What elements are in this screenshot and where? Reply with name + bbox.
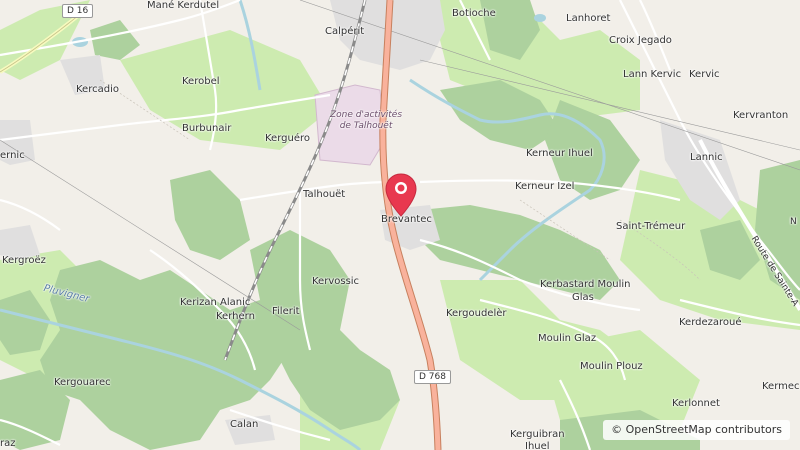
place-label: Botioche: [452, 8, 496, 19]
place-label: Kercadio: [76, 84, 119, 95]
location-marker[interactable]: [383, 172, 419, 220]
place-label: Lann Kervic: [623, 69, 682, 80]
place-label: Kerneur Ihuel: [526, 148, 593, 159]
zone-label-line2: de Talhouët: [339, 121, 393, 131]
place-label: Saint-Trémeur: [616, 221, 686, 232]
road-shield-d768: D 768: [414, 370, 451, 384]
place-label: Filerit: [272, 306, 300, 317]
place-label: Calpérit: [325, 26, 365, 37]
place-label: Mané Kerdutel: [147, 0, 220, 11]
place-label: Kervic: [689, 69, 720, 80]
place-label: Ihuel: [525, 441, 550, 450]
place-label: Kerhern: [216, 311, 255, 322]
place-label: Kerdezaroué: [679, 317, 742, 328]
place-label: Kervossic: [312, 276, 360, 287]
place-label: Kerlonnet: [672, 398, 720, 409]
place-label: Kerizan Alanic: [180, 297, 251, 308]
place-label: Kergouarec: [54, 377, 111, 388]
place-label: Moulin Glaz: [538, 333, 597, 344]
industrial-zone-label: Zone d'activités de Talhouët: [330, 110, 402, 132]
place-label: ernic: [0, 150, 25, 161]
place-label: Kerobel: [182, 76, 220, 87]
place-label: Calan: [230, 419, 259, 430]
place-label: raz: [0, 438, 16, 449]
place-label: Kerguéro: [265, 133, 310, 144]
place-label: Moulin Plouz: [580, 361, 643, 372]
place-label: Lanhoret: [566, 13, 611, 24]
attribution-link[interactable]: © OpenStreetMap contributors: [603, 420, 790, 440]
place-label: Kerbastard Moulin: [540, 279, 631, 290]
place-label: Burbunair: [182, 123, 232, 134]
place-label: Kermec: [762, 381, 800, 392]
place-label: Kergoudelèr: [446, 308, 507, 319]
place-label: Kerguibran: [510, 429, 565, 440]
place-label: Croix Jegado: [609, 35, 672, 46]
zone-label-line1: Zone d'activités: [330, 110, 403, 120]
place-label: Kergroëz: [2, 255, 46, 266]
road-shield-d16: D 16: [62, 4, 94, 18]
place-label: Lannic: [690, 152, 723, 163]
map-view[interactable]: Mané Kerdutel Calpérit Botioche Lanhoret…: [0, 0, 800, 450]
map-pin-icon: [385, 173, 417, 217]
road-name-initial: N: [790, 217, 797, 227]
place-label: Talhouët: [303, 189, 346, 200]
place-label: Glas: [572, 292, 594, 303]
place-label: Kerneur Izel: [515, 181, 575, 192]
place-label: Kervranton: [733, 110, 789, 121]
